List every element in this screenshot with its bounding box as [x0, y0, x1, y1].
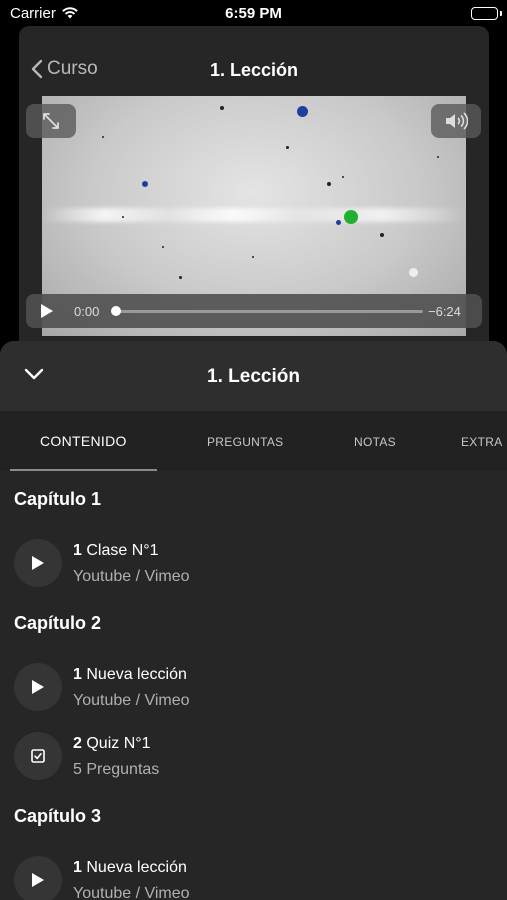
sheet-title: 1. Lección [207, 366, 300, 387]
play-icon [14, 856, 62, 900]
lesson-number: 1 [73, 666, 82, 683]
lesson-title: 2 Quiz N°1 [73, 735, 151, 753]
lesson-title: 1 Clase N°1 [73, 542, 159, 560]
sheet-header: 1. Lección [0, 341, 507, 411]
current-time: 0:00 [74, 304, 100, 319]
lesson-number: 2 [73, 735, 82, 752]
lesson-name: Clase N°1 [86, 542, 159, 559]
status-bar: Carrier 6:59 PM [0, 0, 507, 28]
lesson-number: 1 [73, 859, 82, 876]
tab-bar: CONTENIDO PREGUNTAS NOTAS EXTRA [0, 411, 507, 471]
play-icon [41, 304, 53, 318]
remaining-time: −6:24 [428, 304, 461, 319]
lesson-subtitle: Youtube / Vimeo [73, 885, 190, 900]
status-time: 6:59 PM [225, 5, 282, 22]
play-button[interactable] [40, 303, 54, 324]
play-icon [14, 539, 62, 587]
chapter-title: Capítulo 1 [14, 489, 102, 509]
lesson-name: Quiz N°1 [86, 735, 151, 752]
list-item[interactable]: 1 Nueva lección Youtube / Vimeo [14, 661, 494, 713]
battery-icon [471, 7, 498, 20]
checkbox-icon [14, 732, 62, 780]
player-controls: 0:00 −6:24 [26, 294, 482, 328]
list-item[interactable]: 2 Quiz N°1 5 Preguntas [14, 730, 494, 782]
chapter-title: Capítulo 3 [14, 806, 102, 826]
tab-contenido[interactable]: CONTENIDO [40, 433, 127, 449]
chapter-title: Capítulo 2 [14, 613, 102, 633]
expand-arrows-icon [43, 113, 59, 129]
tab-extra[interactable]: EXTRA [461, 435, 503, 449]
progress-knob[interactable] [111, 306, 121, 316]
lesson-title: 1 Nueva lección [73, 666, 187, 684]
volume-button[interactable] [431, 104, 481, 138]
fullscreen-button[interactable] [26, 104, 76, 138]
lesson-sheet: 1. Lección CONTENIDO PREGUNTAS NOTAS EXT… [0, 341, 507, 900]
content-list: Capítulo 1 1 Clase N°1 Youtube / Vimeo C… [0, 471, 507, 900]
lesson-subtitle: Youtube / Vimeo [73, 692, 190, 709]
lesson-card: Curso 1. Lección 0:00 −6:24 [19, 26, 489, 356]
list-item[interactable]: 1 Nueva lección Youtube / Vimeo [14, 854, 494, 900]
progress-track[interactable] [114, 310, 423, 313]
play-icon [14, 663, 62, 711]
nav-bar: Curso 1. Lección [19, 26, 489, 96]
nav-title: 1. Lección [209, 60, 299, 80]
lesson-number: 1 [73, 542, 82, 559]
lesson-subtitle: Youtube / Vimeo [73, 568, 190, 585]
lesson-name: Nueva lección [86, 859, 187, 876]
lesson-title: 1 Nueva lección [73, 859, 187, 877]
tab-preguntas[interactable]: PREGUNTAS [207, 435, 284, 449]
lesson-name: Nueva lección [86, 666, 187, 683]
tab-notas[interactable]: NOTAS [354, 435, 396, 449]
list-item[interactable]: 1 Clase N°1 Youtube / Vimeo [14, 537, 494, 589]
lesson-subtitle: 5 Preguntas [73, 761, 160, 778]
speaker-icon [446, 112, 468, 130]
